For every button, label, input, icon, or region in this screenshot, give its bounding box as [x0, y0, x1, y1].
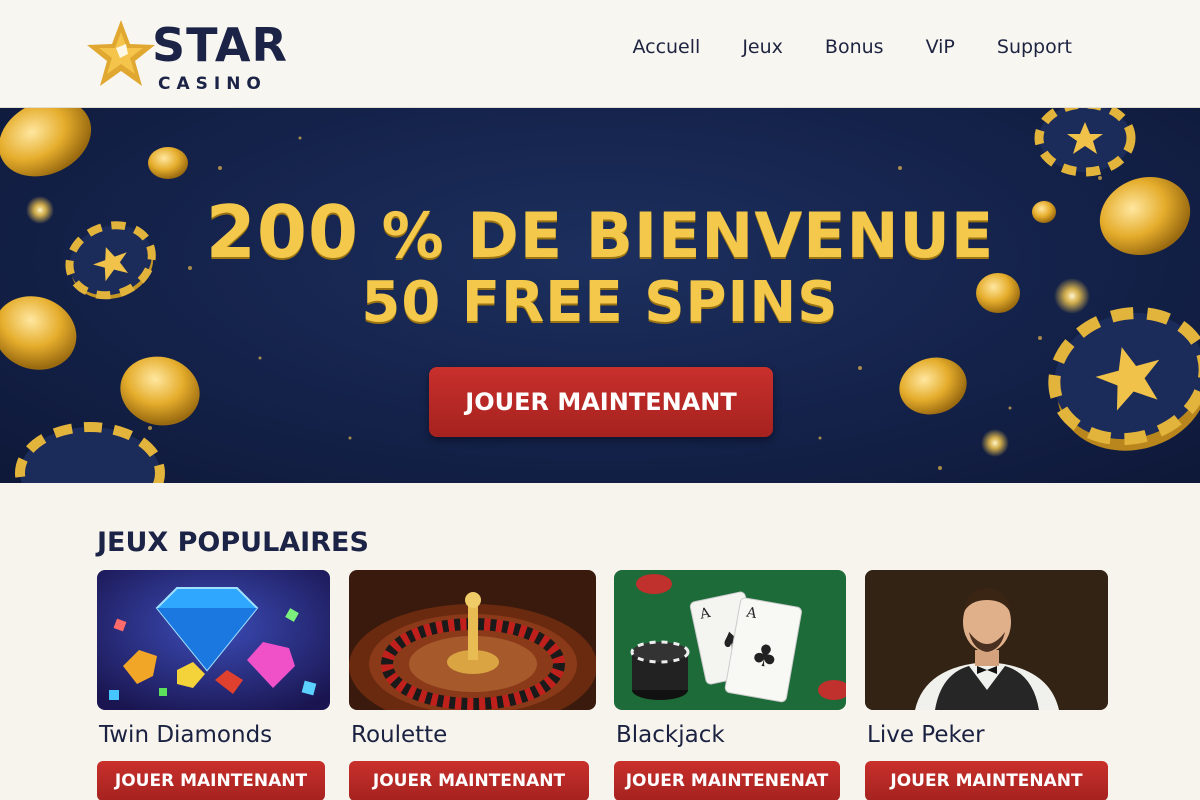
game-name: Twin Diamonds — [99, 722, 273, 748]
game-thumbnail[interactable]: A ♠ A ♣ — [614, 570, 846, 710]
nav-support[interactable]: Support — [997, 36, 1072, 58]
nav-jeux[interactable]: Jeux — [742, 36, 783, 58]
hero-subheadline: 50 FREE SPINS — [361, 270, 839, 335]
star-logo-icon — [87, 20, 155, 86]
game-name: Blackjack — [616, 722, 725, 748]
game-play-button[interactable]: JOUER MAINTENENAT — [614, 761, 840, 800]
playing-cards-icon: A ♠ A ♣ — [614, 570, 846, 710]
popular-games-title: JEUX POPULAIRES — [97, 527, 369, 558]
diamonds-icon — [97, 570, 330, 710]
game-name: Live Peker — [867, 722, 985, 748]
nav-accueil[interactable]: Accuell — [632, 36, 700, 58]
dealer-icon — [865, 570, 1108, 710]
logo-wordmark: STAR — [152, 18, 288, 72]
logo-subtitle: CASINO — [158, 74, 267, 94]
nav-vip[interactable]: ViP — [926, 36, 955, 58]
hero-play-button[interactable]: JOUER MAINTENANT — [429, 367, 773, 437]
hero-headline: 200 % DE BIENVENUE — [0, 190, 1200, 274]
game-play-button[interactable]: JOUER MAINTENANT — [349, 761, 589, 800]
hero-headline-number: 200 — [205, 190, 360, 274]
game-thumbnail[interactable] — [349, 570, 596, 710]
game-thumbnail[interactable] — [865, 570, 1108, 710]
site-header: STAR CASINO Accuell Jeux Bonus ViP Suppo… — [0, 0, 1200, 108]
game-card-live-poker: Live Peker JOUER MAINTENANT — [865, 570, 1108, 800]
hero-headline-rest: % DE BIENVENUE — [381, 199, 995, 272]
nav-bonus[interactable]: Bonus — [825, 36, 884, 58]
roulette-wheel-icon — [349, 570, 596, 710]
game-card-roulette: Roulette JOUER MAINTENANT — [349, 570, 596, 800]
game-card-twin-diamonds: Twin Diamonds JOUER MAINTENANT — [97, 570, 330, 800]
game-name: Roulette — [351, 722, 448, 748]
main-nav: Accuell Jeux Bonus ViP Support — [632, 36, 1072, 58]
game-play-button[interactable]: JOUER MAINTENANT — [97, 761, 325, 800]
game-play-button[interactable]: JOUER MAINTENANT — [865, 761, 1108, 800]
hero-banner: 200 % DE BIENVENUE 50 FREE SPINS JOUER M… — [0, 108, 1200, 483]
game-card-blackjack: A ♠ A ♣ Blackjack JOUER MAINTENENAT — [614, 570, 846, 800]
logo[interactable]: STAR CASINO — [86, 18, 306, 98]
game-thumbnail[interactable] — [97, 570, 330, 710]
